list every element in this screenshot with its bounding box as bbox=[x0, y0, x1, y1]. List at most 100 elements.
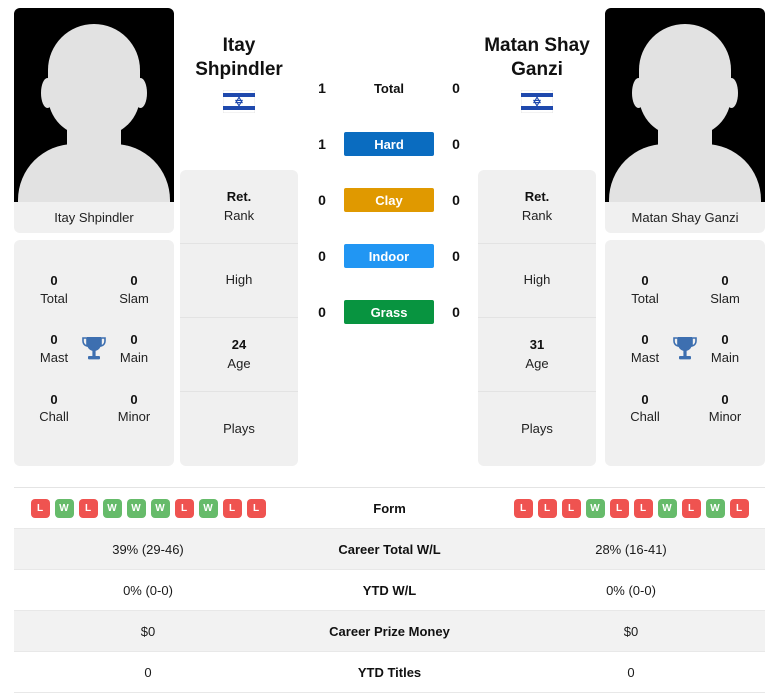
title-value: 0 bbox=[130, 273, 138, 289]
title-label: Minor bbox=[708, 409, 742, 425]
title-value: 0 bbox=[641, 273, 649, 289]
high-label: High bbox=[523, 272, 551, 288]
stat-row: L W L W W W L W L L Form L L L W L L W L W L bbox=[14, 488, 765, 529]
stats-table: L W L W W W L W L L Form L L L W L L W L W L 39% (29-46) Caree… bbox=[14, 487, 765, 693]
form-badge-loss[interactable]: L bbox=[246, 498, 266, 518]
title-stat-total: 0 Total bbox=[14, 260, 94, 319]
form-badge-loss[interactable]: L bbox=[174, 498, 194, 518]
title-value: 0 bbox=[641, 391, 649, 407]
form-badge-loss[interactable]: L bbox=[513, 498, 533, 518]
avatar-caption-left: Itay Shpindler bbox=[54, 210, 134, 225]
info-panel-left: Ret. Rank High 24 Age Plays bbox=[180, 170, 298, 466]
avatar-silhouette-ear-left bbox=[41, 78, 54, 108]
surface-badge-indoor[interactable]: Indoor bbox=[344, 244, 434, 268]
avatar-silhouette-ear-right bbox=[725, 78, 738, 108]
player-name-left[interactable]: Itay Shpindler bbox=[164, 34, 314, 83]
title-value: 0 bbox=[50, 391, 58, 407]
form-badge-loss[interactable]: L bbox=[561, 498, 581, 518]
h2h-score-right: 0 bbox=[452, 192, 460, 208]
info-high-left: High bbox=[180, 244, 298, 318]
stat-value-right: $0 bbox=[623, 623, 639, 639]
title-label: Minor bbox=[117, 409, 151, 425]
comparison-header: Itay Shpindler Matan Shay Ganzi 0 Total bbox=[0, 0, 779, 466]
form-badge-loss[interactable]: L bbox=[681, 498, 701, 518]
avatar-silhouette-body bbox=[18, 144, 170, 202]
surface-badge-clay[interactable]: Clay bbox=[344, 188, 434, 212]
title-label: Slam bbox=[710, 290, 740, 306]
title-stat-total: 0 Total bbox=[605, 260, 685, 319]
h2h-score-right: 0 bbox=[452, 80, 460, 96]
info-age-left: 24 Age bbox=[180, 318, 298, 392]
age-value: 31 bbox=[529, 337, 545, 353]
trophy-icon bbox=[673, 337, 697, 360]
title-label: Main bbox=[119, 349, 149, 365]
info-rank-right: Ret. Rank bbox=[478, 170, 596, 244]
h2h-row-grass: 0 Grass 0 bbox=[300, 284, 478, 340]
title-label: Chall bbox=[630, 409, 660, 425]
form-badge-win[interactable]: W bbox=[102, 498, 122, 518]
title-stat-chall: 0 Chall bbox=[605, 379, 685, 438]
title-label: Total bbox=[631, 290, 659, 306]
stat-row: 0 YTD Titles 0 bbox=[14, 652, 765, 693]
stat-label: YTD W/L bbox=[362, 582, 417, 598]
stat-value-left: LWLWWWLWLL bbox=[14, 498, 282, 518]
surface-badge-total: Total bbox=[373, 80, 405, 96]
player-avatar-card-right[interactable]: Matan Shay Ganzi bbox=[605, 8, 765, 233]
title-stat-minor: 0 Minor bbox=[685, 379, 765, 438]
title-value: 0 bbox=[721, 391, 729, 407]
h2h-row-total: 1 Total 0 bbox=[300, 60, 478, 116]
form-badges-left: LWLWWWLWLL bbox=[30, 498, 266, 518]
info-plays-right: Plays bbox=[478, 392, 596, 466]
form-badge-loss[interactable]: L bbox=[30, 498, 50, 518]
stat-value-left: 0 bbox=[144, 664, 152, 680]
player-avatar-card-left[interactable]: Itay Shpindler bbox=[14, 8, 174, 233]
h2h-score-left: 0 bbox=[318, 248, 326, 264]
stat-value-right: 28% (16-41) bbox=[595, 541, 667, 557]
form-badge-loss[interactable]: L bbox=[633, 498, 653, 518]
form-badge-loss[interactable]: L bbox=[78, 498, 98, 518]
rank-value: Ret. bbox=[524, 189, 550, 205]
avatar-caption-right: Matan Shay Ganzi bbox=[631, 210, 739, 225]
trophy-icon bbox=[82, 337, 106, 360]
player-name-right-line1: Matan Shay bbox=[484, 35, 590, 56]
title-value: 0 bbox=[721, 273, 729, 289]
form-badge-win[interactable]: W bbox=[585, 498, 605, 518]
title-value: 0 bbox=[641, 332, 649, 348]
stat-row: 39% (29-46) Career Total W/L 28% (16-41) bbox=[14, 529, 765, 570]
form-badges-right: LLLWLLWLWL bbox=[513, 498, 749, 518]
stat-label: YTD Titles bbox=[357, 664, 422, 680]
titles-panel-right: 0 Total 0 Slam 0 Mast 0 Main 0 Chall 0 M… bbox=[605, 240, 765, 466]
h2h-score-right: 0 bbox=[452, 248, 460, 264]
title-label: Slam bbox=[119, 290, 149, 306]
form-badge-loss[interactable]: L bbox=[729, 498, 749, 518]
player-name-left-line2: Shpindler bbox=[195, 59, 283, 81]
form-badge-win[interactable]: W bbox=[54, 498, 74, 518]
age-label: Age bbox=[227, 355, 251, 371]
titles-grid-left: 0 Total 0 Slam 0 Mast 0 Main 0 Chall 0 M… bbox=[14, 260, 174, 438]
stat-label: Career Total W/L bbox=[338, 541, 441, 557]
form-badge-win[interactable]: W bbox=[657, 498, 677, 518]
title-value: 0 bbox=[50, 273, 58, 289]
title-value: 0 bbox=[130, 332, 138, 348]
h2h-row-indoor: 0 Indoor 0 bbox=[300, 228, 478, 284]
titles-grid-right: 0 Total 0 Slam 0 Mast 0 Main 0 Chall 0 M… bbox=[605, 260, 765, 438]
stat-value-left: 39% (29-46) bbox=[112, 541, 184, 557]
form-badge-loss[interactable]: L bbox=[609, 498, 629, 518]
avatar-silhouette-ear-left bbox=[632, 78, 645, 108]
player-name-right[interactable]: Matan Shay Ganzi bbox=[462, 34, 612, 83]
form-badge-win[interactable]: W bbox=[150, 498, 170, 518]
surface-badge-grass[interactable]: Grass bbox=[344, 300, 434, 324]
info-rank-left: Ret. Rank bbox=[180, 170, 298, 244]
avatar-silhouette-ear-right bbox=[134, 78, 147, 108]
form-badge-win[interactable]: W bbox=[198, 498, 218, 518]
h2h-score-left: 1 bbox=[318, 80, 326, 96]
form-badge-win[interactable]: W bbox=[126, 498, 146, 518]
form-badge-loss[interactable]: L bbox=[537, 498, 557, 518]
form-badge-loss[interactable]: L bbox=[222, 498, 242, 518]
form-badge-win[interactable]: W bbox=[705, 498, 725, 518]
surface-badge-hard[interactable]: Hard bbox=[344, 132, 434, 156]
title-stat-chall: 0 Chall bbox=[14, 379, 94, 438]
title-stat-slam: 0 Slam bbox=[94, 260, 174, 319]
head-to-head-column: 1 Total 0 1 Hard 0 0 Clay 0 0 Indoor 0 0 Grass 0 bbox=[300, 60, 478, 340]
player-name-right-line2: Ganzi bbox=[511, 59, 563, 81]
